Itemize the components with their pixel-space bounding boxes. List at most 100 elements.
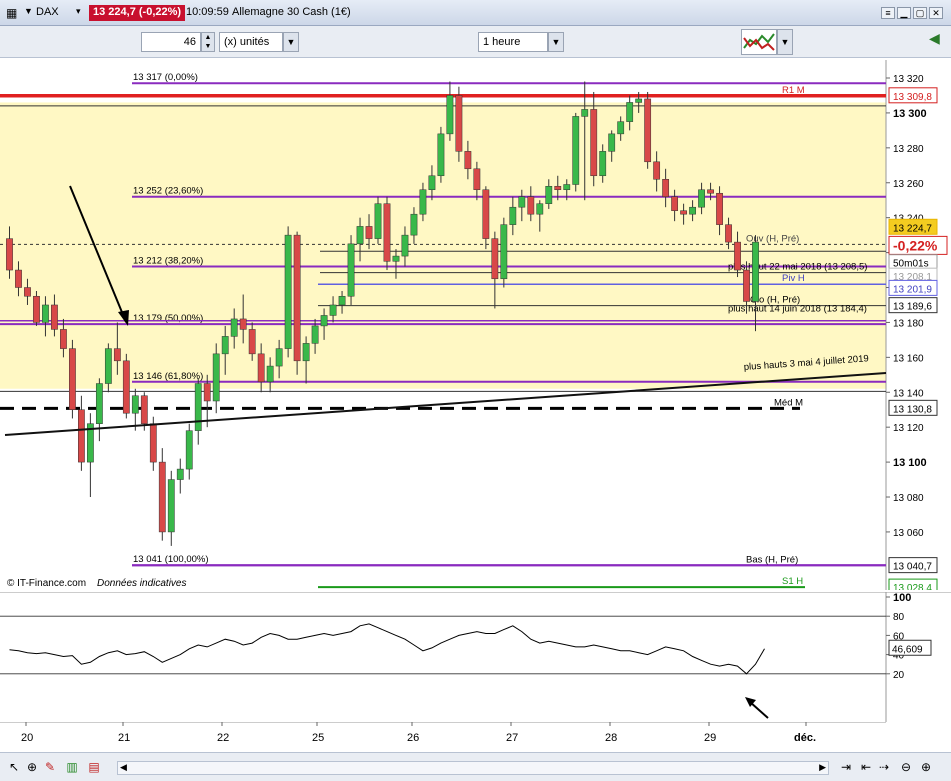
timeframe-select[interactable]: 1 heure [478,32,548,52]
chevron-down-icon[interactable]: ▾ [76,6,81,17]
minimize-button[interactable]: ▁ [897,7,911,19]
candle-down[interactable] [473,168,481,190]
candle-down[interactable] [51,304,58,330]
candle-up[interactable] [212,353,220,402]
candle-down[interactable] [662,179,670,197]
dropdown-arrow-icon[interactable]: ▼ [24,6,33,16]
candle-up[interactable] [689,206,696,215]
candle-down[interactable] [78,409,85,463]
candle-down[interactable] [293,234,301,362]
candle-up[interactable] [104,348,112,384]
candle-up[interactable] [338,295,346,306]
candle-down[interactable] [122,360,130,414]
chart-tools-icon[interactable] [741,29,777,55]
price-chart[interactable]: 13 317 (0,00%) 13 252 (23,60%) 13 212 (38,… [0,60,951,590]
candle-up[interactable] [284,234,292,349]
zoom-out-icon[interactable]: ⊖ [898,759,914,775]
candle-up[interactable] [401,234,409,257]
candle-up[interactable] [167,479,175,533]
candle-down[interactable] [464,151,472,170]
horizontal-scrollbar[interactable]: ◀ ▶ [117,761,829,775]
close-button[interactable]: ✕ [929,7,943,19]
candle-up[interactable] [581,109,589,117]
zoom-in-time-icon[interactable]: ⇢ [876,759,892,775]
candle-up[interactable] [185,430,193,470]
candle-up[interactable] [635,98,643,103]
candle-up[interactable] [509,206,517,225]
zoom-in-icon[interactable]: ⊕ [918,759,934,775]
candle-up[interactable] [194,383,202,431]
candle-up[interactable] [599,151,607,177]
candle-up[interactable] [374,203,382,239]
candle-up[interactable] [221,336,229,355]
candle-down[interactable] [140,395,148,424]
candle-down[interactable] [60,329,67,349]
settings-icon[interactable]: ▤ [86,759,102,775]
candle-up[interactable] [356,226,364,245]
candle-up[interactable] [311,325,319,344]
cursor-icon[interactable]: ↖ [6,759,22,775]
candle-down[interactable] [239,318,247,330]
candle-up[interactable] [302,343,310,362]
candle-down[interactable] [482,189,490,239]
candle-down[interactable] [653,161,661,180]
candle-down[interactable] [590,109,598,177]
candle-up[interactable] [131,395,139,414]
maximize-button[interactable]: ▢ [913,7,927,19]
candle-down[interactable] [158,461,166,533]
scroll-end-icon[interactable]: ⇥ [838,759,854,775]
scroll-left-icon[interactable]: ◀ [120,762,127,773]
zoom-out-time-icon[interactable]: ⇤ [858,759,874,775]
candle-up[interactable] [428,175,436,190]
candle-down[interactable] [383,203,391,262]
candle-down[interactable] [15,269,22,288]
candle-up[interactable] [563,184,571,190]
units-stepper[interactable]: ▲ ▼ [201,32,215,52]
candle-down[interactable] [554,185,562,190]
grid-icon[interactable]: ▦ [6,6,17,20]
chart-tools-arrow[interactable]: ▼ [777,29,793,55]
candle-up[interactable] [437,133,445,177]
candle-down[interactable] [6,238,13,271]
units-select-arrow[interactable]: ▼ [283,32,299,52]
candle-up[interactable] [42,304,49,323]
candle-up[interactable] [410,213,418,236]
candle-down[interactable] [365,226,373,239]
ticker-label[interactable]: DAX [36,6,59,18]
candle-up[interactable] [230,318,238,337]
timeframe-select-arrow[interactable]: ▼ [548,32,564,52]
candle-up[interactable] [329,304,337,316]
candle-down[interactable] [716,192,723,225]
candle-up[interactable] [698,189,705,208]
candles-icon[interactable]: ▥ [64,759,80,775]
candle-up[interactable] [446,95,454,135]
candle-up[interactable] [536,203,544,215]
candle-down[interactable] [734,241,741,271]
candle-down[interactable] [69,348,76,410]
candle-up[interactable] [419,189,427,215]
candle-down[interactable] [24,287,31,297]
oscillator-panel[interactable]: 1008060402046,609 [0,592,951,722]
zoom-icon[interactable]: ⊕ [24,759,40,775]
candle-up[interactable] [266,365,274,383]
candle-down[interactable] [203,383,211,402]
candle-down[interactable] [644,98,652,163]
candle-up[interactable] [320,315,328,327]
candle-up[interactable] [608,133,616,152]
candle-down[interactable] [33,295,40,323]
candle-down[interactable] [725,224,732,243]
candle-down[interactable] [680,210,687,215]
candle-up[interactable] [545,185,553,204]
candle-down[interactable] [671,196,679,211]
candle-up[interactable] [752,241,759,302]
scroll-right-icon[interactable]: ▶ [819,762,826,773]
candle-down[interactable] [527,196,535,215]
candle-down[interactable] [455,95,463,152]
candle-up[interactable] [572,116,580,185]
candle-up[interactable] [617,121,625,135]
candle-up[interactable] [347,243,355,297]
candle-down[interactable] [491,238,499,280]
candle-down[interactable] [257,353,265,383]
units-select[interactable]: (x) unités [219,32,283,52]
candle-up[interactable] [95,383,103,424]
